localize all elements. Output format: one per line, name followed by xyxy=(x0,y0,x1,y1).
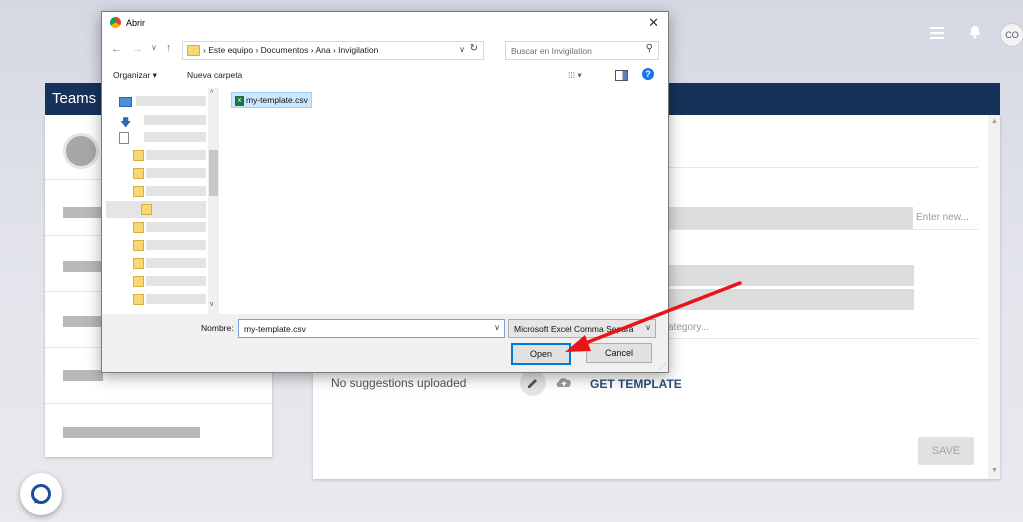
breadcrumb-item[interactable]: Este equipo xyxy=(208,45,253,55)
chrome-logo-icon xyxy=(110,17,121,28)
filename-label: Nombre: xyxy=(201,323,234,333)
folder-icon xyxy=(133,168,144,179)
computer-icon xyxy=(119,97,132,107)
folder-icon xyxy=(133,222,144,233)
up-arrow-icon[interactable]: ↑ xyxy=(166,42,172,54)
filename-input[interactable]: my-template.csv ∨ xyxy=(238,319,505,338)
chevron-down-icon[interactable]: ∨ xyxy=(645,323,651,332)
download-icon: 🡇 xyxy=(120,117,132,129)
chevron-down-icon[interactable]: ∨ xyxy=(494,323,500,332)
folder-icon xyxy=(133,294,144,305)
folder-icon xyxy=(133,258,144,269)
get-template-button[interactable]: GET TEMPLATE xyxy=(590,377,682,391)
cancel-button[interactable]: Cancel xyxy=(586,343,652,363)
forward-arrow-icon[interactable]: → xyxy=(132,43,143,55)
folder-icon xyxy=(187,45,200,56)
text-field[interactable] xyxy=(666,289,914,310)
file-item[interactable]: x my-template.csv xyxy=(231,92,312,108)
help-icon[interactable]: ? xyxy=(642,68,654,80)
open-file-dialog: Abrir ✕ ← → ∨ ↑ › Este equipo › Document… xyxy=(101,11,669,373)
folder-icon xyxy=(133,276,144,287)
document-icon xyxy=(119,132,129,144)
refresh-icon[interactable]: ↻ xyxy=(470,43,478,54)
recent-dropdown-icon[interactable]: ∨ xyxy=(151,43,157,52)
open-button[interactable]: Open xyxy=(511,343,571,365)
folder-icon xyxy=(133,150,144,161)
breadcrumb-item[interactable]: Documentos xyxy=(261,45,309,55)
file-name: my-template.csv xyxy=(246,95,308,105)
dialog-title: Abrir xyxy=(126,18,146,28)
address-dropdown-icon[interactable]: ∨ xyxy=(459,45,465,54)
new-folder-button[interactable]: Nueva carpeta xyxy=(187,70,242,80)
search-input[interactable]: Buscar en Invigilation ⚲ xyxy=(505,41,659,60)
folder-icon xyxy=(141,204,152,215)
preview-pane-icon[interactable] xyxy=(615,70,628,81)
organize-button[interactable]: Organizar ▾ xyxy=(113,70,157,81)
folder-icon xyxy=(133,240,144,251)
breadcrumb-item[interactable]: Invigilation xyxy=(338,45,378,55)
back-arrow-icon[interactable]: ← xyxy=(111,43,122,55)
filetype-select[interactable]: Microsoft Excel Comma Separa ∨ xyxy=(508,319,656,338)
edit-pencil-icon[interactable] xyxy=(520,370,546,396)
close-icon[interactable]: ✕ xyxy=(648,15,659,31)
text-field[interactable] xyxy=(666,265,914,286)
nav-scrollbar-thumb[interactable] xyxy=(209,150,218,196)
cloud-upload-icon[interactable] xyxy=(555,375,573,393)
search-icon[interactable]: ⚲ xyxy=(646,43,653,54)
folder-icon xyxy=(133,186,144,197)
excel-file-icon: x xyxy=(235,95,244,106)
nav-scrollbar[interactable]: ^ v xyxy=(208,88,219,314)
resize-grip-icon[interactable]: ⋰ xyxy=(659,363,666,371)
field-placeholder: Enter new... xyxy=(916,212,969,223)
suggestions-status: No suggestions uploaded xyxy=(331,376,467,390)
address-bar[interactable]: › Este equipo › Documentos › Ana › Invig… xyxy=(182,41,484,60)
category-hint: ategory... xyxy=(668,322,709,333)
team-avatar xyxy=(63,133,99,169)
list-icon[interactable] xyxy=(930,26,944,42)
chat-button[interactable] xyxy=(20,473,62,515)
list-item[interactable] xyxy=(45,403,272,458)
bell-icon[interactable] xyxy=(969,25,981,42)
nav-selected-row[interactable] xyxy=(106,201,206,218)
view-options-icon[interactable]: ⁞⁞⁞ ▾ xyxy=(568,70,582,81)
page-title: Teams xyxy=(52,90,97,107)
text-field[interactable] xyxy=(666,207,913,229)
save-button[interactable]: SAVE xyxy=(918,437,974,465)
scrollbar[interactable]: ▲ ▼ xyxy=(988,115,1000,479)
navigation-pane[interactable]: 🡇 xyxy=(106,88,220,314)
user-avatar[interactable]: CO xyxy=(1000,23,1023,47)
breadcrumb-item[interactable]: Ana xyxy=(315,45,330,55)
